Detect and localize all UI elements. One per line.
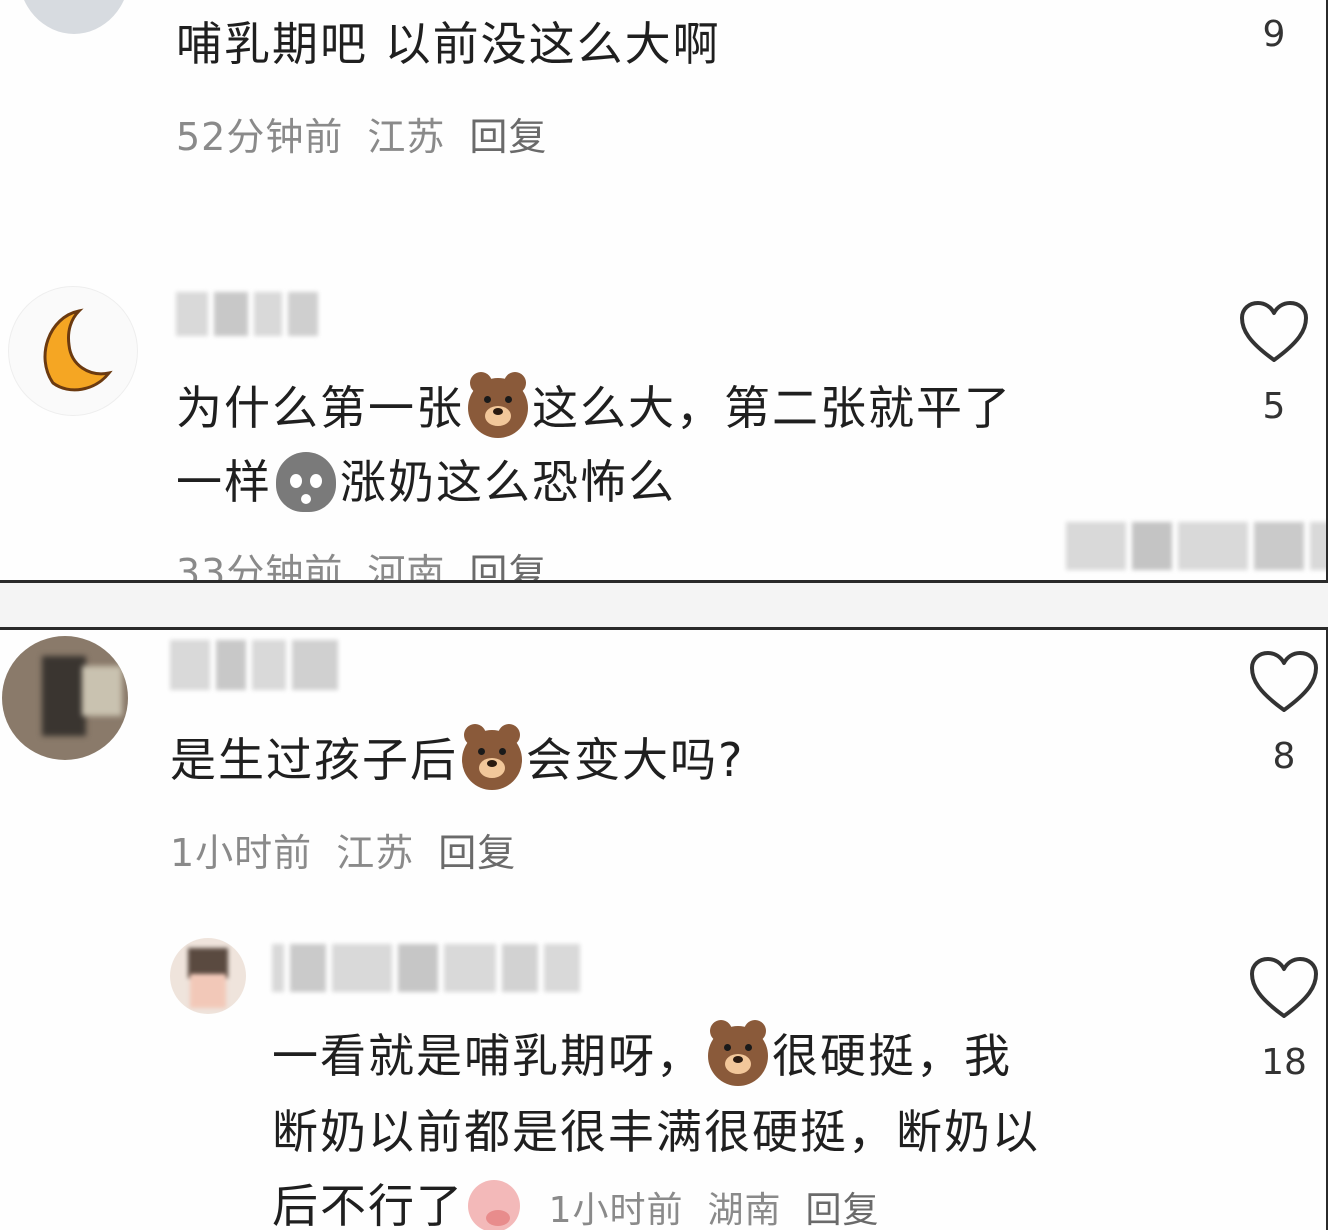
- username-blurred[interactable]: [170, 640, 338, 690]
- avatar[interactable]: [2, 636, 128, 760]
- comment-time: 52分钟前: [176, 115, 343, 159]
- username-blurred[interactable]: [272, 944, 580, 992]
- comment-meta: 52分钟前江苏回复: [176, 106, 571, 161]
- bear-emoji-icon: [708, 1026, 768, 1086]
- heart-outline-icon: [1239, 300, 1309, 364]
- avatar[interactable]: [8, 286, 138, 416]
- bear-emoji-icon: [468, 378, 528, 438]
- reply-button[interactable]: 回复: [438, 831, 516, 875]
- like-count: 9: [1238, 14, 1310, 55]
- comment-panel-bottom: 是生过孩子后会变大吗? 1小时前江苏回复 8 一看就是哺乳期呀，很硬挺，我 断奶…: [0, 627, 1328, 1230]
- bear-emoji-icon: [462, 730, 522, 790]
- comment-location: 湖南: [708, 1190, 782, 1230]
- heart-outline-icon: [1249, 956, 1319, 1020]
- comment-location: 江苏: [367, 115, 445, 159]
- like-count: 18: [1248, 1042, 1320, 1083]
- like-count: 8: [1248, 736, 1320, 777]
- reply-text-line3: 后不行了 1小时前湖南回复: [272, 1170, 904, 1230]
- ghost-emoji-icon: [276, 452, 336, 512]
- croissant-icon: [9, 287, 137, 415]
- reply-text-line1: 一看就是哺乳期呀，很硬挺，我: [272, 1020, 1012, 1092]
- comment-time: 1小时前: [549, 1190, 684, 1230]
- like-count: 5: [1238, 386, 1310, 427]
- comment-location: 河南: [367, 551, 445, 583]
- avatar[interactable]: [170, 938, 246, 1014]
- comment-text: 哺乳期吧 以前没这么大啊: [176, 8, 721, 80]
- comment-time: 1小时前: [170, 831, 312, 875]
- comment-panel-top: 哺乳期吧 以前没这么大啊 52分钟前江苏回复 9 为什么第一张这么大，第二张就平…: [0, 0, 1328, 583]
- reply-button[interactable]: 回复: [469, 115, 547, 159]
- like-button[interactable]: 18: [1248, 956, 1320, 1083]
- like-button[interactable]: 8: [1248, 650, 1320, 777]
- pig-emoji-icon: [468, 1180, 520, 1230]
- avatar[interactable]: [18, 0, 130, 34]
- reply-button[interactable]: 回复: [806, 1190, 880, 1230]
- panel-gap: [0, 583, 1328, 627]
- username-blurred[interactable]: [176, 292, 318, 336]
- comment-location: 江苏: [336, 831, 414, 875]
- reply-button[interactable]: 回复: [469, 551, 547, 583]
- comment-meta: 33分钟前河南回复: [176, 542, 571, 583]
- comment-meta: 1小时前江苏回复: [170, 822, 540, 877]
- like-button[interactable]: 5: [1238, 300, 1310, 427]
- heart-outline-icon: [1249, 650, 1319, 714]
- comment-time: 33分钟前: [176, 551, 343, 583]
- blurred-overlay: [1066, 522, 1328, 570]
- comment-text-line2: 一样涨奶这么恐怖么: [176, 446, 676, 518]
- comment-text: 是生过孩子后会变大吗?: [170, 724, 744, 796]
- comment-text-line1: 为什么第一张这么大，第二张就平了: [176, 372, 1012, 444]
- reply-text-line2: 断奶以前都是很丰满很硬挺，断奶以: [272, 1096, 1040, 1168]
- like-button[interactable]: 9: [1238, 14, 1310, 55]
